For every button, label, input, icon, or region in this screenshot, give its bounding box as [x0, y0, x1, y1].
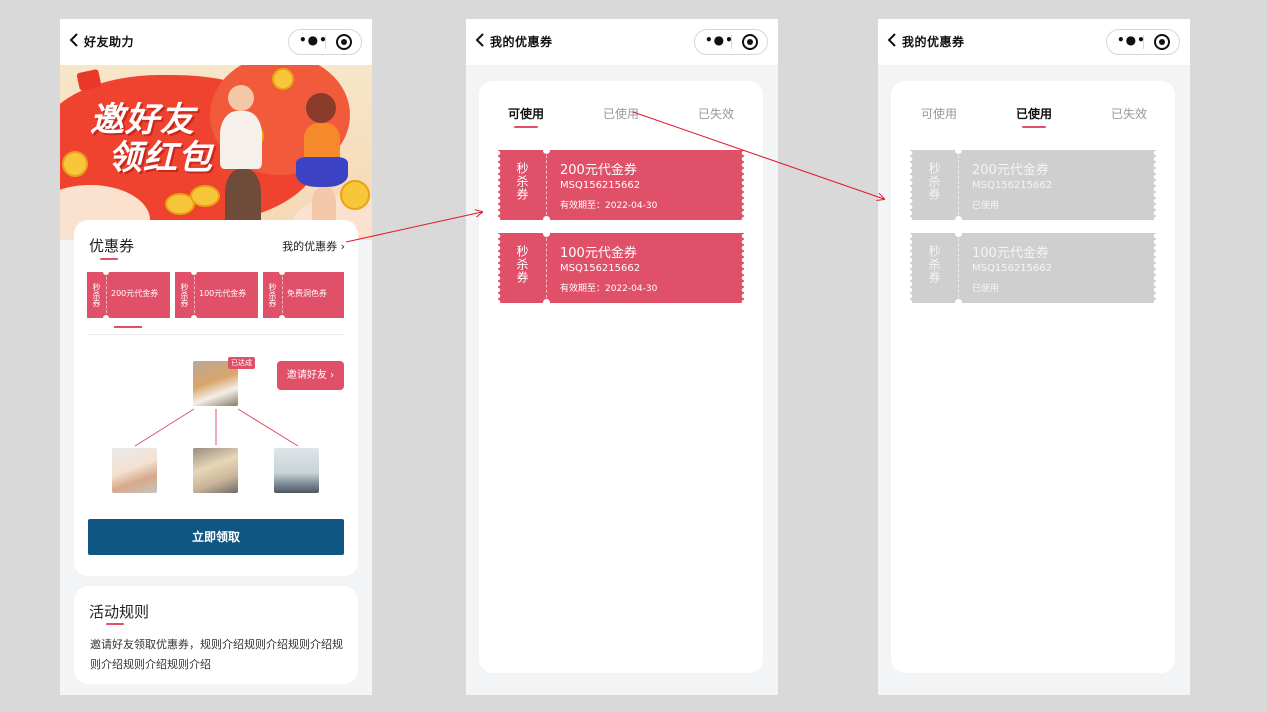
target-icon[interactable]	[742, 34, 758, 50]
coupon-code: MSQ156215662	[972, 263, 1053, 274]
capsule-divider	[731, 35, 732, 49]
coupon-tag-area: 秒杀券	[498, 150, 547, 220]
tab-available[interactable]: 可使用	[921, 105, 957, 122]
notch	[955, 230, 962, 237]
achieved-badge: 已达成	[228, 357, 255, 369]
notch	[543, 299, 550, 306]
coupon-tag-area: 秒杀券	[910, 233, 959, 303]
notch	[955, 216, 962, 223]
chevron-right-icon: ›	[330, 370, 335, 381]
tab-active-underline	[514, 126, 538, 128]
rules-title: 活动规则	[89, 603, 150, 621]
nav-bar: 我的优惠券 •●•	[466, 19, 778, 65]
coupon-tag-area: 秒杀券	[910, 150, 959, 220]
coupon-edge	[1153, 233, 1159, 303]
tab-active-underline	[1022, 126, 1046, 128]
screen-friend-boost: 好友助力 •●• 邀好友 领红包 优惠券 我的优惠券 › 秒杀券 200元代金券…	[60, 19, 372, 695]
claim-now-button[interactable]: 立即领取	[88, 519, 344, 555]
coupon-tag: 秒杀券	[927, 162, 941, 201]
invite-button-label: 邀请好友	[286, 370, 327, 381]
coupon-title: 200元代金券	[972, 163, 1049, 178]
mini-program-capsule[interactable]: •●•	[694, 29, 768, 55]
coupon-edge	[741, 150, 747, 220]
coupon-edge	[741, 233, 747, 303]
notch	[955, 299, 962, 306]
tab-available[interactable]: 可使用	[508, 105, 544, 122]
coupon-edge	[1153, 150, 1159, 220]
tab-expired[interactable]: 已失效	[1111, 105, 1147, 122]
coupon-tag: 秒杀券	[515, 245, 529, 284]
coupon-title: 100元代金券	[972, 246, 1049, 261]
rules-text: 邀请好友领取优惠券，规则介绍规则介绍规则介绍规则介绍规则介绍规则介绍	[90, 638, 343, 671]
coupon-tag: 秒杀券	[927, 245, 941, 284]
coupon-title: 100元代金券	[560, 246, 637, 261]
coupon-item[interactable]: 秒杀券 200元代金券 MSQ156215662 有效期至：2022-04-30	[495, 147, 747, 223]
notch	[543, 147, 550, 154]
nav-title: 我的优惠券	[490, 35, 553, 49]
notch	[543, 216, 550, 223]
avatar-friend	[274, 448, 319, 493]
coupon-item[interactable]: 秒杀券 100元代金券 MSQ156215662 已使用	[907, 230, 1159, 306]
invite-friends-button[interactable]: 邀请好友 ›	[277, 361, 344, 390]
coupon-status: 已使用	[972, 284, 1000, 294]
more-dots-icon[interactable]: •●•	[1117, 33, 1146, 47]
coupon-tag: 秒杀券	[515, 162, 529, 201]
coupon-code: MSQ156215662	[560, 180, 641, 191]
screen-my-coupons-used: 我的优惠券 •●• 可使用 已使用 已失效 秒杀券 200元代金券 MSQ156…	[878, 19, 1190, 695]
coupon-validity: 有效期至：2022-04-30	[560, 201, 658, 211]
capsule-divider	[1143, 35, 1144, 49]
coupon-item[interactable]: 秒杀券 100元代金券 MSQ156215662 有效期至：2022-04-30	[495, 230, 747, 306]
notch	[543, 230, 550, 237]
tab-used[interactable]: 已使用	[1016, 105, 1052, 122]
nav-title: 我的优惠券	[902, 35, 965, 49]
mini-program-capsule[interactable]: •●•	[1106, 29, 1180, 55]
tab-expired[interactable]: 已失效	[698, 105, 734, 122]
more-dots-icon[interactable]: •●•	[705, 33, 734, 47]
coupon-item[interactable]: 秒杀券 200元代金券 MSQ156215662 已使用	[907, 147, 1159, 223]
tab-used[interactable]: 已使用	[603, 105, 639, 122]
coupon-code: MSQ156215662	[972, 180, 1053, 191]
coupon-validity: 有效期至：2022-04-30	[560, 284, 658, 294]
avatar-friend	[112, 448, 157, 493]
screen-my-coupons-available: 我的优惠券 •●• 可使用 已使用 已失效 秒杀券 200元代金券 MSQ156…	[466, 19, 778, 695]
section-underline	[106, 623, 124, 625]
avatar-friend	[193, 448, 238, 493]
coupon-status: 已使用	[972, 201, 1000, 211]
coupon-tag-area: 秒杀券	[498, 233, 547, 303]
coupon-title: 200元代金券	[560, 163, 637, 178]
notch	[955, 147, 962, 154]
coupon-code: MSQ156215662	[560, 263, 641, 274]
nav-bar: 我的优惠券 •●•	[878, 19, 1190, 65]
target-icon[interactable]	[1154, 34, 1170, 50]
